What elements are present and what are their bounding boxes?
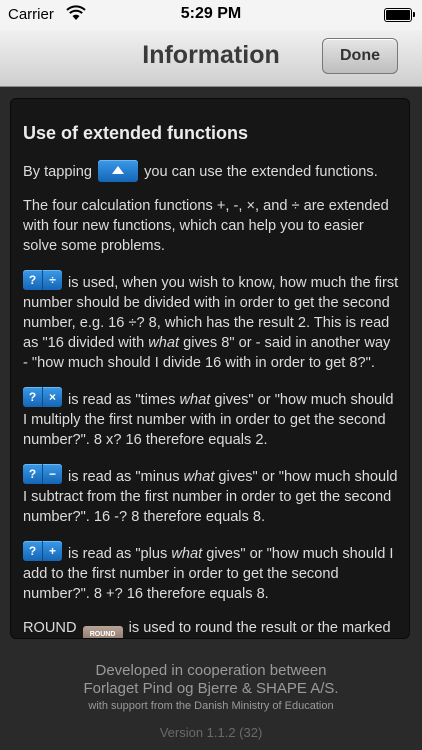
paragraph-tapping: By tapping you can use the extended func… [23,160,399,182]
credits-line-1: Developed in cooperation between [95,662,327,679]
minus-what-icon: ? − [23,464,62,484]
section-heading: Use of extended functions [23,123,249,143]
clock: 5:29 PM [180,5,242,22]
navigation-bar: Information Done [0,30,422,87]
status-bar: Carrier 5:29 PM [0,0,422,30]
divide-what-icon: ? ÷ [23,270,62,290]
plus-what-icon: ? + [23,541,62,561]
paragraph-add: ? + is read as "plus what gives" or "how … [23,541,399,604]
paragraph-divide: ? ÷ is used, when you wish to know, how m… [23,270,399,373]
multiply-what-icon: ? × [23,387,62,407]
extended-functions-arrow-up-icon [98,160,139,182]
paragraph-intro: The four calculation functions +, -, ×, … [23,198,389,254]
battery-icon [384,8,415,22]
footer: Developed in cooperation between Forlage… [0,662,422,740]
info-scroll-panel[interactable]: Use of extended functions By tapping you… [10,98,410,639]
credits-line-3: with support from the Danish Ministry of… [88,700,334,712]
version-label: Version 1.1.2 (32) [159,725,263,740]
info-content: Use of extended functions By tapping you… [23,121,399,638]
paragraph-round: ROUND ROUND is used to round the result … [23,618,399,638]
round-icon: ROUND [82,626,123,638]
paragraph-multiply: ? × is read as "times what gives" or "how… [23,387,399,450]
credits-line-2: Forlaget Pind og Bjerre & SHAPE A/S. [83,680,339,697]
paragraph-subtract: ? − is read as "minus what gives" or "how… [23,464,399,527]
done-button[interactable]: Done [322,38,398,74]
